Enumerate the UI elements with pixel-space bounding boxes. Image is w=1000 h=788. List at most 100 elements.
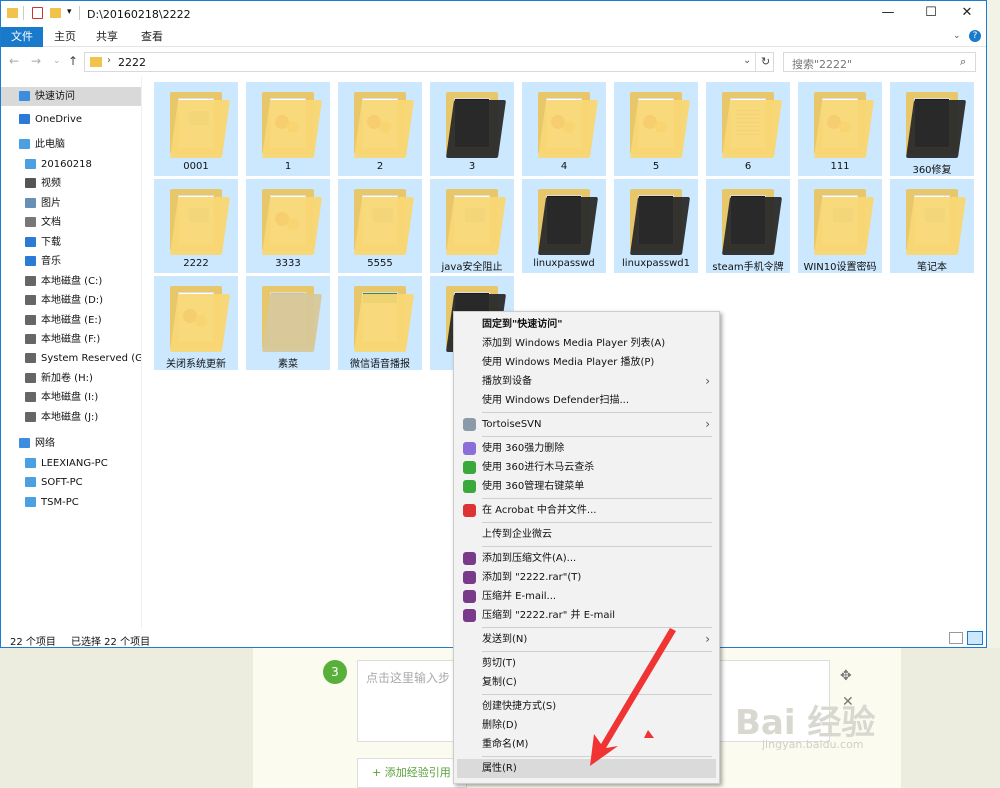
folder-tile[interactable]: 0001 <box>154 82 238 176</box>
move-icon[interactable]: ✥ <box>840 668 852 684</box>
folder-tile[interactable]: 5555 <box>338 179 422 273</box>
close-button[interactable]: ✕ <box>947 1 987 27</box>
refresh-icon[interactable]: ↻ <box>761 55 770 68</box>
red-arrow-annotation <box>590 628 676 766</box>
nav-item[interactable]: 快速访问 <box>1 87 141 106</box>
nav-item[interactable]: 20160218 <box>1 155 141 174</box>
folder-tile[interactable]: 素菜 <box>246 276 330 370</box>
nav-item[interactable]: 本地磁盘 (E:) <box>1 311 141 330</box>
back-arrow-icon[interactable]: ← <box>9 54 19 68</box>
nav-item[interactable]: 音乐 <box>1 252 141 271</box>
nav-item[interactable]: 本地磁盘 (C:) <box>1 272 141 291</box>
drive-icon <box>25 353 36 363</box>
folder-tile[interactable]: steam手机令牌 <box>706 179 790 273</box>
folder-tile[interactable]: 笔记本 <box>890 179 974 273</box>
recent-dropdown-icon[interactable]: ⌄ <box>53 56 61 66</box>
nav-item[interactable]: OneDrive <box>1 110 141 129</box>
menu-item[interactable]: 压缩到 "2222.rar" 并 E-mail <box>457 606 716 625</box>
folder-tile[interactable]: 3333 <box>246 179 330 273</box>
nav-item[interactable]: 网络 <box>1 434 141 453</box>
menu-item-label: 添加到 Windows Media Player 列表(A) <box>482 338 666 349</box>
large-icons-view-icon[interactable] <box>967 631 983 645</box>
help-icon[interactable]: ? <box>969 30 981 42</box>
customize-toolbar-icon[interactable]: ▾ <box>67 7 72 17</box>
folder-tile[interactable]: 111 <box>798 82 882 176</box>
add-reference-button[interactable]: + 添加经验引用 <box>357 758 467 788</box>
maximize-button[interactable]: ☐ <box>911 1 951 27</box>
forward-arrow-icon[interactable]: → <box>31 54 41 68</box>
folder-tile[interactable]: 1 <box>246 82 330 176</box>
tab-file[interactable]: 文件 <box>1 27 43 47</box>
nav-item[interactable]: 本地磁盘 (F:) <box>1 330 141 349</box>
folder-tile[interactable]: 关闭系统更新 <box>154 276 238 370</box>
folder-tile[interactable]: 4 <box>522 82 606 176</box>
menu-item[interactable]: 上传到企业微云 <box>457 525 716 544</box>
nav-item[interactable]: 下载 <box>1 233 141 252</box>
up-arrow-icon[interactable]: ↑ <box>68 54 78 68</box>
menu-item-label: 属性(R) <box>482 763 517 774</box>
menu-item[interactable]: 播放到设备 › <box>457 372 716 391</box>
folder-tile[interactable]: 2 <box>338 82 422 176</box>
tab-view[interactable]: 查看 <box>130 27 174 47</box>
minimize-button[interactable]: — <box>868 1 908 27</box>
folder-tile[interactable]: java安全阻止 <box>430 179 514 273</box>
menu-item[interactable]: 使用 Windows Defender扫描... <box>457 391 716 410</box>
nav-item[interactable]: 图片 <box>1 194 141 213</box>
breadcrumb[interactable]: 2222 <box>118 56 146 69</box>
folder-tile[interactable]: 微信语音播报 <box>338 276 422 370</box>
address-dropdown-icon[interactable]: ⌄ <box>743 55 751 66</box>
folder-label: linuxpasswd1 <box>622 258 690 269</box>
menu-item[interactable]: 使用 Windows Media Player 播放(P) <box>457 353 716 372</box>
nav-item[interactable]: TSM-PC <box>1 493 141 512</box>
nav-item[interactable]: 新加卷 (H:) <box>1 369 141 388</box>
folder-label: 6 <box>744 161 752 172</box>
menu-item[interactable]: TortoiseSVN › <box>457 415 716 434</box>
nav-item[interactable]: 本地磁盘 (I:) <box>1 388 141 407</box>
address-bar-row: ← → ⌄ ↑ › 2222 ⌄ ↻ 搜索"2222" ⌕ <box>1 48 986 76</box>
folder-tile[interactable]: linuxpasswd1 <box>614 179 698 273</box>
folder-tile[interactable]: 5 <box>614 82 698 176</box>
folder-tile[interactable]: WIN10设置密码 <box>798 179 882 273</box>
nav-item-label: 视频 <box>41 178 61 189</box>
folder-tile[interactable]: 3 <box>430 82 514 176</box>
menu-item[interactable]: 添加到 Windows Media Player 列表(A) <box>457 334 716 353</box>
search-input[interactable]: 搜索"2222" ⌕ <box>783 52 976 72</box>
folder-label: 3 <box>468 161 476 172</box>
menu-item[interactable]: 在 Acrobat 中合并文件... <box>457 501 716 520</box>
nav-item[interactable]: 本地磁盘 (J:) <box>1 408 141 427</box>
search-icon[interactable]: ⌕ <box>960 55 966 69</box>
nav-item[interactable]: 文档 <box>1 213 141 232</box>
new-folder-icon[interactable] <box>50 8 61 18</box>
nav-item[interactable]: System Reserved (G:) <box>1 349 141 368</box>
address-field[interactable]: › 2222 ⌄ ↻ <box>84 52 774 72</box>
folder-tile[interactable]: linuxpasswd <box>522 179 606 273</box>
pane-divider[interactable] <box>141 77 142 629</box>
nav-item[interactable]: 本地磁盘 (D:) <box>1 291 141 310</box>
folder-tile[interactable]: 6 <box>706 82 790 176</box>
folder-tile[interactable]: 360修复 <box>890 82 974 176</box>
menu-item[interactable]: 添加到 "2222.rar"(T) <box>457 568 716 587</box>
folder-tile[interactable]: 2222 <box>154 179 238 273</box>
menu-item-label: 使用 360管理右键菜单 <box>482 481 585 492</box>
menu-item[interactable]: 使用 360进行木马云查杀 <box>457 458 716 477</box>
winrar-icon <box>463 609 476 622</box>
details-view-icon[interactable] <box>949 632 963 644</box>
menu-item[interactable]: 使用 360强力删除 <box>457 439 716 458</box>
expand-ribbon-icon[interactable]: ⌄ <box>953 31 961 41</box>
tab-home[interactable]: 主页 <box>43 27 87 47</box>
menu-item[interactable]: 固定到"快速访问" <box>457 315 716 334</box>
submenu-chevron-icon: › <box>705 632 710 646</box>
title-bar[interactable]: ▾ D:\20160218\2222 — ☐ ✕ <box>1 1 986 27</box>
nav-item[interactable]: LEEXIANG-PC <box>1 454 141 473</box>
navigation-pane: 快速访问 OneDrive 此电脑 20160218 视频图片 文档 下载 音乐 本地磁盘 (C… <box>1 77 141 625</box>
nav-item[interactable]: 此电脑 <box>1 135 141 154</box>
properties-icon[interactable] <box>32 7 43 19</box>
nav-item[interactable]: 视频 <box>1 174 141 193</box>
step-number-badge: 3 <box>323 660 347 684</box>
nav-item[interactable]: SOFT-PC <box>1 473 141 492</box>
menu-item[interactable]: 使用 360管理右键菜单 <box>457 477 716 496</box>
menu-item-label: 剪切(T) <box>482 658 516 669</box>
menu-item[interactable]: 压缩并 E-mail... <box>457 587 716 606</box>
menu-item[interactable]: 添加到压缩文件(A)... <box>457 549 716 568</box>
tab-share[interactable]: 共享 <box>85 27 129 47</box>
